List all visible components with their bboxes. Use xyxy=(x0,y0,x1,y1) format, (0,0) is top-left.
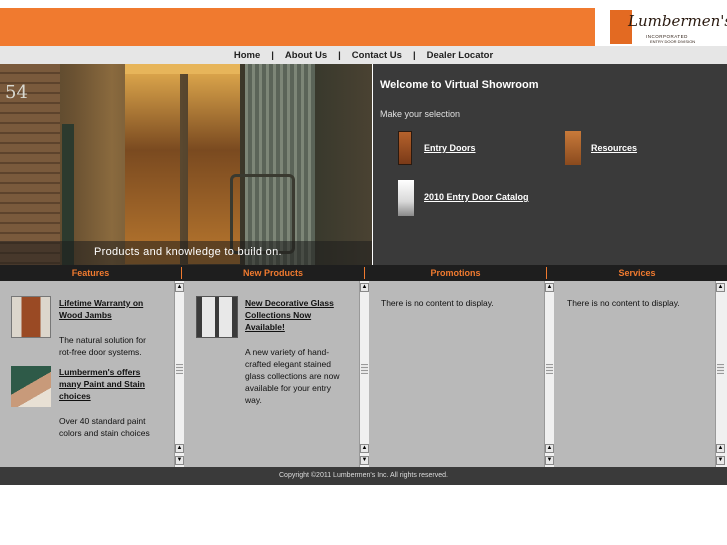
warranty-title-line1[interactable]: Lifetime Warranty on xyxy=(59,297,143,309)
logo-line2: ENTRY DOOR DIVISION xyxy=(650,39,696,44)
entry-doors-link[interactable]: Entry Doors xyxy=(424,143,476,153)
scroll-grip-icon[interactable] xyxy=(176,364,183,374)
top-navigation: Home | About Us | Contact Us | Dealer Lo… xyxy=(0,46,727,64)
glass-title-line2[interactable]: Collections Now xyxy=(245,309,311,321)
features-scrollbar[interactable]: ▲ ▲ ▼ xyxy=(174,281,184,467)
nav-contact-us[interactable]: Contact Us xyxy=(341,50,413,61)
scroll-up-icon[interactable]: ▲ xyxy=(716,444,725,453)
promotions-empty-message: There is no content to display. xyxy=(381,298,494,308)
scroll-grip-icon[interactable] xyxy=(546,364,553,374)
scroll-down-icon[interactable]: ▼ xyxy=(545,456,554,465)
glass-title-line1[interactable]: New Decorative Glass xyxy=(245,297,334,309)
paint-title-line1[interactable]: Lumbermen's offers xyxy=(59,366,140,378)
showroom-subtitle: Make your selection xyxy=(380,109,461,119)
paint-title-line2[interactable]: many Paint and Stain xyxy=(59,378,145,390)
tab-new-products[interactable]: New Products xyxy=(182,265,364,281)
glass-text-line2: crafted elegant stained xyxy=(245,359,332,369)
services-scrollbar[interactable]: ▲ ▲ ▼ xyxy=(715,281,727,467)
warranty-text-line2: rot-free door systems. xyxy=(59,347,142,357)
hero-image: 54 xyxy=(0,64,372,265)
tab-services[interactable]: Services xyxy=(547,265,727,281)
promotions-panel: There is no content to display. xyxy=(369,281,544,467)
nav-dealer-locator[interactable]: Dealer Locator xyxy=(416,50,505,61)
paint-stain-thumbnail[interactable] xyxy=(11,366,51,407)
entry-doors-thumbnail[interactable] xyxy=(398,131,412,165)
glass-text-line4: available for your entry xyxy=(245,383,331,393)
showroom-title: Welcome to Virtual Showroom xyxy=(380,79,539,91)
catalog-thumbnail[interactable] xyxy=(398,180,414,216)
new-products-scrollbar[interactable]: ▲ ▲ ▼ xyxy=(359,281,369,467)
scroll-up-icon[interactable]: ▲ xyxy=(545,444,554,453)
hero-caption: Products and knowledge to build on. xyxy=(94,246,282,258)
scroll-down-icon[interactable]: ▼ xyxy=(360,456,369,465)
hero-door-left xyxy=(125,74,180,264)
hero-house-number: 54 xyxy=(5,82,28,103)
decorative-glass-thumbnail[interactable] xyxy=(196,296,238,338)
lumbermens-logo[interactable]: Lumbermen's INCORPORATED ENTRY DOOR DIVI… xyxy=(608,8,727,46)
scroll-up-icon[interactable]: ▲ xyxy=(716,283,725,292)
paint-text-line2: colors and stain choices xyxy=(59,428,150,438)
glass-text-line3: glass collections are now xyxy=(245,371,340,381)
warranty-title-line2[interactable]: Wood Jambs xyxy=(59,309,112,321)
services-empty-message: There is no content to display. xyxy=(567,298,680,308)
scroll-up-icon[interactable]: ▲ xyxy=(175,444,184,453)
resources-link[interactable]: Resources xyxy=(591,143,637,153)
nav-home[interactable]: Home xyxy=(223,50,271,61)
scroll-grip-icon[interactable] xyxy=(717,364,724,374)
scroll-grip-icon[interactable] xyxy=(361,364,368,374)
top-strip xyxy=(0,0,727,8)
glass-text-line5: way. xyxy=(245,395,262,405)
new-products-panel: New Decorative Glass Collections Now Ava… xyxy=(184,281,359,467)
scroll-down-icon[interactable]: ▼ xyxy=(716,456,725,465)
paint-text-line1: Over 40 standard paint xyxy=(59,416,146,426)
promotions-scrollbar[interactable]: ▲ ▲ ▼ xyxy=(544,281,554,467)
scroll-up-icon[interactable]: ▲ xyxy=(360,283,369,292)
warranty-thumbnail[interactable] xyxy=(11,296,51,338)
section-tabs: Features New Products Promotions Service… xyxy=(0,265,727,281)
tab-promotions[interactable]: Promotions xyxy=(365,265,546,281)
virtual-showroom-panel: Welcome to Virtual Showroom Make your se… xyxy=(373,64,727,265)
footer-copyright: Copyright ©2011 Lumbermen's Inc. All rig… xyxy=(0,467,727,485)
catalog-link[interactable]: 2010 Entry Door Catalog xyxy=(424,192,529,202)
scroll-up-icon[interactable]: ▲ xyxy=(545,283,554,292)
scroll-up-icon[interactable]: ▲ xyxy=(360,444,369,453)
paint-title-line3[interactable]: choices xyxy=(59,390,91,402)
glass-text-line1: A new variety of hand- xyxy=(245,347,330,357)
features-panel: Lifetime Warranty on Wood Jambs The natu… xyxy=(0,281,174,467)
nav-about-us[interactable]: About Us xyxy=(274,50,338,61)
hero-transom xyxy=(125,64,240,74)
services-panel: There is no content to display. xyxy=(554,281,715,467)
header-banner xyxy=(0,8,595,46)
resources-thumbnail[interactable] xyxy=(565,131,581,165)
tab-features[interactable]: Features xyxy=(0,265,181,281)
scroll-up-icon[interactable]: ▲ xyxy=(175,283,184,292)
warranty-text-line1: The natural solution for xyxy=(59,335,146,345)
glass-title-line3[interactable]: Available! xyxy=(245,321,285,333)
scroll-down-icon[interactable]: ▼ xyxy=(175,456,184,465)
logo-script: Lumbermen's xyxy=(628,12,727,30)
